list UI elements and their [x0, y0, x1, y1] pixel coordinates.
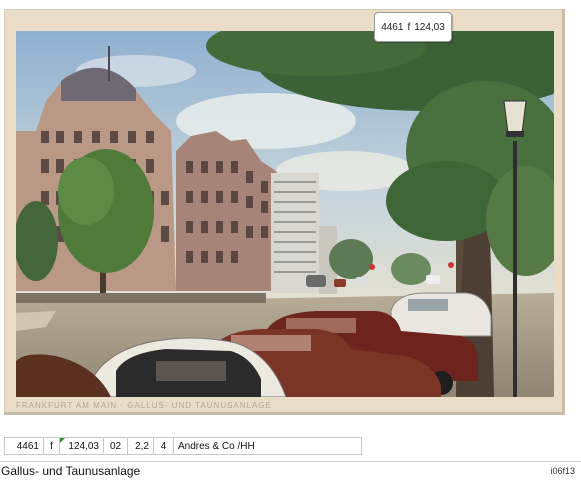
item-price: 124,03: [68, 440, 99, 452]
item-col-c-cell: 4: [154, 437, 174, 455]
postcard: FRANKFURT AM MAIN · GALLUS- UND TAUNUSAN…: [4, 9, 565, 415]
item-type-cell: f: [44, 437, 60, 455]
postcard-caption: FRANKFURT AM MAIN · GALLUS- UND TAUNUSAN…: [16, 401, 272, 410]
item-type: f: [50, 440, 53, 452]
sticker-price: 124,03: [414, 21, 445, 33]
item-col-b: 2,2: [135, 440, 149, 452]
sticker-number: 4461: [381, 21, 404, 33]
item-title-bar: Gallus- und Taunusanlage i06f13: [0, 461, 581, 480]
item-title: Gallus- und Taunusanlage: [1, 464, 141, 478]
item-col-c: 4: [160, 440, 167, 452]
price-sticker: 4461 f 124,03: [374, 12, 452, 42]
item-col-a-cell: 02: [104, 437, 128, 455]
item-code: i06f13: [550, 466, 575, 476]
item-info-row: 4461 f 124,03 02 2,2 4 Andres & Co /HH: [4, 437, 362, 455]
item-number-cell: 4461: [4, 437, 44, 455]
item-number: 4461: [16, 440, 39, 452]
postcard-photo[interactable]: [16, 31, 554, 397]
price-flag-icon: [60, 438, 65, 443]
street-scene-image: [16, 31, 554, 397]
sticker-type: f: [407, 21, 411, 33]
postcard-area: FRANKFURT AM MAIN · GALLUS- UND TAUNUSAN…: [0, 0, 581, 430]
item-price-cell: 124,03: [60, 437, 104, 455]
item-col-b-cell: 2,2: [128, 437, 154, 455]
item-col-a: 02: [109, 440, 122, 452]
item-dealer-cell: Andres & Co /HH: [174, 437, 362, 455]
item-dealer[interactable]: Andres & Co /HH: [178, 441, 255, 452]
